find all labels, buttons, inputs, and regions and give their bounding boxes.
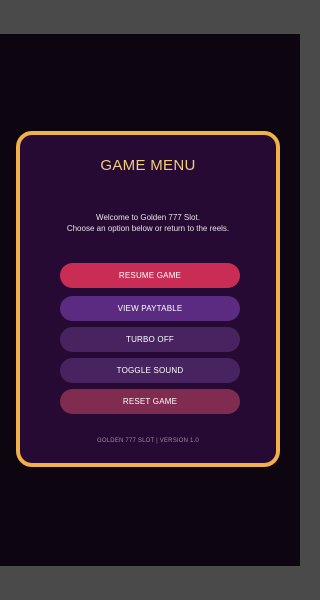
menu-intro-line-1: Welcome to Golden 777 Slot. (96, 213, 200, 222)
menu-title: GAME MENU (100, 157, 196, 174)
game-menu-panel: GAME MENU Welcome to Golden 777 Slot. Ch… (16, 131, 280, 467)
resume-game-button[interactable]: RESUME GAME (60, 263, 240, 288)
game-screen: GAME MENU Welcome to Golden 777 Slot. Ch… (0, 34, 300, 566)
menu-intro-line-2: Choose an option below or return to the … (66, 224, 230, 233)
turbo-toggle-button[interactable]: TURBO OFF (60, 327, 240, 352)
reset-game-button[interactable]: RESET GAME (60, 389, 240, 414)
menu-footer: GOLDEN 777 SLOT | VERSION 1.0 (97, 438, 199, 444)
toggle-sound-button[interactable]: TOGGLE SOUND (60, 358, 240, 383)
status-bar (0, 0, 300, 34)
view-paytable-button[interactable]: VIEW PAYTABLE (60, 296, 240, 321)
menu-intro-text: Welcome to Golden 777 Slot. Choose an op… (20, 212, 276, 234)
navigation-bar (0, 566, 300, 600)
